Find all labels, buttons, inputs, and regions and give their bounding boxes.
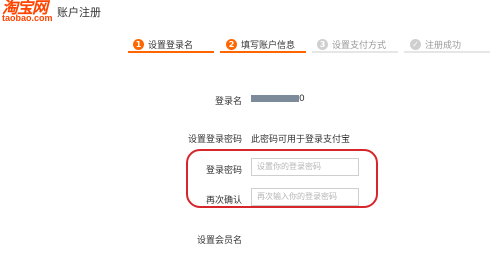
highlight-annotation [186, 149, 378, 208]
taobao-logo: 淘宝网 taobao.com [2, 0, 54, 34]
step-label: 设置支付方式 [332, 40, 387, 51]
step-label: 填写账户信息 [241, 40, 296, 51]
step-number: 2 [226, 38, 237, 50]
step-bar-1 [128, 51, 214, 53]
masked-login-name [251, 95, 299, 102]
step-number: 3 [317, 38, 328, 50]
login-name-label: 登录名 [214, 97, 242, 107]
page-title: 账户注册 [57, 6, 101, 19]
step-bar-3 [312, 51, 398, 53]
set-password-label: 设置登录密码 [187, 135, 242, 145]
login-name-suffix: 0 [299, 94, 305, 104]
step-bar-4 [404, 51, 490, 53]
step-label: 注册成功 [425, 40, 462, 51]
step-number: 1 [133, 38, 144, 50]
registration-steps: 1 设置登录名 2 填写账户信息 3 设置支付方式 ✓ 注册成功 [0, 34, 500, 54]
step-bar-2 [220, 51, 306, 53]
check-icon: ✓ [410, 38, 421, 50]
logo-text-en: taobao.com [2, 13, 53, 23]
set-password-note: 此密码可用于登录支付宝 [251, 135, 351, 145]
member-name-label: 设置会员名 [196, 236, 242, 246]
step-label: 设置登录名 [148, 40, 194, 51]
login-name-value: 0 [251, 94, 305, 104]
